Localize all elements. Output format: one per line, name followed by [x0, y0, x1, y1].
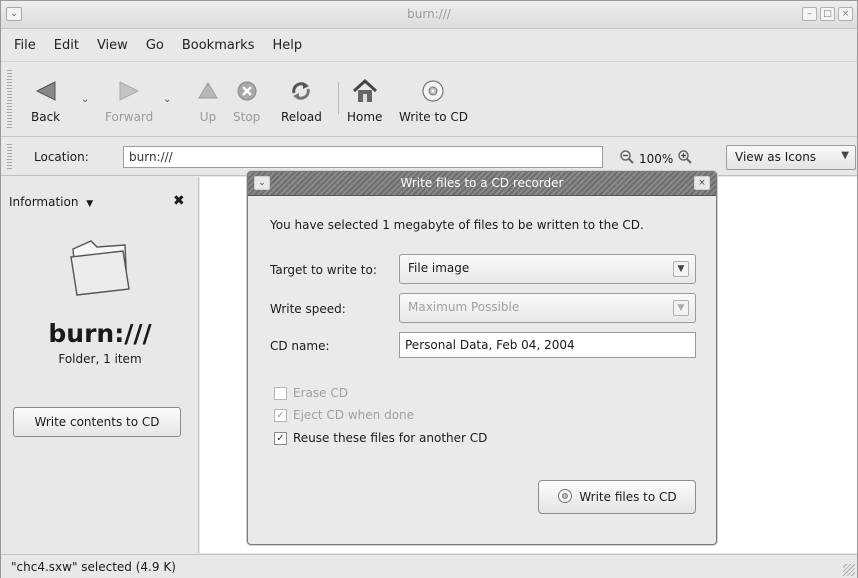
zoom-in-icon[interactable]	[677, 149, 693, 168]
cdname-label: CD name:	[270, 339, 330, 353]
status-text: "chc4.sxw" selected (4.9 K)	[11, 560, 176, 574]
back-arrow-icon	[33, 76, 59, 106]
menu-view[interactable]: View	[88, 38, 137, 53]
target-select[interactable]: File image ▼	[399, 254, 696, 284]
up-label: Up	[199, 110, 217, 124]
write-to-cd-button[interactable]: Write to CD	[399, 76, 468, 124]
zoom-control: 100%	[619, 149, 693, 168]
menu-edit[interactable]: Edit	[45, 38, 88, 53]
reload-icon	[288, 76, 314, 106]
cd-icon	[557, 488, 573, 507]
back-button[interactable]: Back	[31, 76, 60, 124]
speed-select: Maximum Possible ▼	[399, 293, 696, 323]
resize-grip[interactable]	[843, 564, 855, 576]
menu-help[interactable]: Help	[263, 38, 311, 53]
chevron-down-icon: ▼	[673, 300, 689, 316]
reuse-files-checkbox[interactable]: ✓ Reuse these files for another CD	[274, 431, 487, 445]
dialog-message: You have selected 1 megabyte of files to…	[270, 218, 644, 232]
folder-name: burn:///	[48, 319, 152, 348]
location-label: Location:	[34, 150, 89, 164]
write-cd-dialog: ⌄ Write files to a CD recorder × You hav…	[247, 171, 717, 545]
window-title: burn:///	[407, 7, 451, 21]
status-bar: "chc4.sxw" selected (4.9 K)	[1, 554, 857, 578]
target-label: Target to write to:	[270, 263, 377, 277]
dialog-close-button[interactable]: ×	[694, 176, 710, 190]
forward-history-dropdown: ⌄	[163, 94, 172, 105]
minimize-button[interactable]: –	[802, 7, 817, 21]
stop-label: Stop	[233, 110, 261, 124]
toolbar: Back ⌄ Forward ⌄ Up Stop Reload Home Wri…	[1, 61, 857, 137]
home-icon	[351, 76, 379, 106]
zoom-out-icon[interactable]	[619, 149, 635, 168]
title-bar: ⌄ burn:/// – □ ×	[1, 1, 857, 29]
locationbar-grip[interactable]	[7, 144, 12, 170]
chevron-down-icon: ▼	[673, 261, 689, 277]
eject-cd-checkbox: ✓ Eject CD when done	[274, 408, 414, 422]
dialog-title: Write files to a CD recorder	[400, 176, 564, 190]
close-window-button[interactable]: ×	[838, 7, 853, 21]
folder-info: Folder, 1 item	[58, 352, 142, 366]
menu-bar: File Edit View Go Bookmarks Help	[1, 30, 857, 60]
toolbar-separator	[338, 82, 339, 114]
write-to-cd-label: Write to CD	[399, 110, 468, 124]
write-files-label: Write files to CD	[579, 490, 677, 504]
checkmark-icon: ✓	[274, 408, 287, 422]
menu-file[interactable]: File	[5, 38, 45, 53]
erase-cd-checkbox: Erase CD	[274, 386, 348, 400]
checkmark-icon: ✓	[274, 431, 287, 445]
dialog-title-bar: ⌄ Write files to a CD recorder ×	[248, 172, 716, 196]
nautilus-window: ⌄ burn:/// – □ × File Edit View Go Bookm…	[0, 0, 858, 578]
speed-value: Maximum Possible	[408, 300, 520, 314]
forward-button: Forward	[105, 76, 153, 124]
forward-arrow-icon	[116, 76, 142, 106]
menu-go[interactable]: Go	[137, 38, 173, 53]
target-value: File image	[408, 261, 470, 275]
eject-cd-label: Eject CD when done	[293, 408, 415, 422]
maximize-button[interactable]: □	[820, 7, 835, 21]
zoom-level[interactable]: 100%	[639, 152, 673, 166]
erase-cd-label: Erase CD	[293, 386, 348, 400]
write-files-button[interactable]: Write files to CD	[538, 480, 696, 514]
reuse-files-label: Reuse these files for another CD	[293, 431, 488, 445]
checkbox-box	[274, 386, 287, 400]
home-label: Home	[347, 110, 383, 124]
toolbar-grip[interactable]	[7, 70, 12, 128]
up-button: Up	[197, 76, 219, 124]
speed-label: Write speed:	[270, 302, 346, 316]
home-button[interactable]: Home	[347, 76, 382, 124]
reload-label: Reload	[281, 110, 322, 124]
back-history-dropdown[interactable]: ⌄	[81, 94, 89, 105]
sidepane-title: Information	[9, 195, 79, 209]
close-sidepane-icon[interactable]: ✖	[173, 193, 185, 209]
view-as-select[interactable]: View as Icons ▼	[726, 145, 856, 170]
view-as-value: View as Icons	[735, 150, 817, 164]
chevron-down-icon: ▼	[841, 150, 849, 161]
sidepane-selector[interactable]: Information ▼	[9, 195, 93, 209]
back-label: Back	[31, 110, 61, 124]
folder-icon	[67, 235, 133, 303]
cd-icon	[420, 76, 446, 106]
stop-button: Stop	[233, 76, 260, 124]
chevron-down-icon: ▼	[86, 199, 94, 209]
stop-icon	[236, 76, 258, 106]
reload-button[interactable]: Reload	[281, 76, 322, 124]
menu-bookmarks[interactable]: Bookmarks	[173, 38, 264, 53]
forward-label: Forward	[105, 110, 154, 124]
up-arrow-icon	[197, 76, 219, 106]
side-pane: Information ▼ ✖ burn:/// Folder, 1 item …	[1, 177, 199, 553]
cdname-input[interactable]: Personal Data, Feb 04, 2004	[399, 332, 696, 358]
write-contents-button[interactable]: Write contents to CD	[13, 407, 181, 437]
location-input[interactable]: burn:///	[123, 146, 603, 168]
